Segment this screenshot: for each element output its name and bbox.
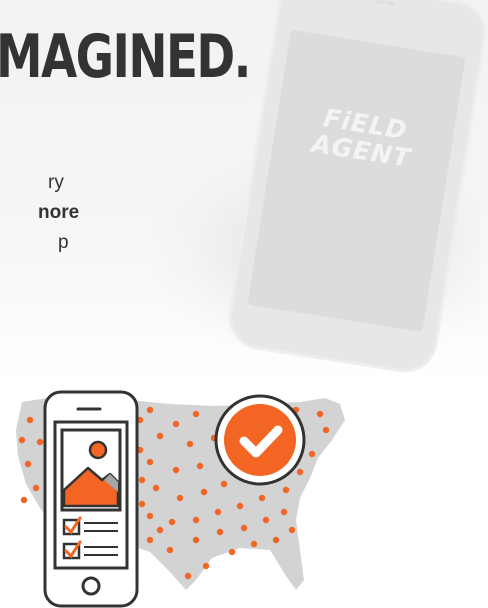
location-dot: [240, 524, 248, 532]
location-dot: [192, 536, 200, 544]
location-dot: [26, 416, 34, 424]
location-dot: [316, 410, 324, 418]
location-dot: [36, 438, 44, 446]
smartphone-icon: [43, 390, 139, 608]
check-badge: [214, 394, 306, 486]
location-dot: [32, 484, 40, 492]
location-dot: [152, 484, 160, 492]
location-dot: [146, 512, 154, 520]
hero-headline: MAGINED.: [0, 22, 251, 92]
location-dot: [262, 516, 270, 524]
location-dot: [20, 496, 28, 504]
image-icon: [60, 428, 122, 512]
location-dot: [138, 476, 146, 484]
location-dot: [216, 528, 224, 536]
body-text-line-1: ry: [48, 172, 64, 193]
location-dot: [172, 466, 180, 474]
location-dot: [138, 500, 146, 508]
location-dot: [184, 572, 192, 580]
body-text-line-3: p: [58, 232, 69, 253]
location-dot: [282, 486, 290, 494]
location-dot: [236, 502, 244, 510]
location-dot: [156, 432, 164, 440]
location-dot: [176, 494, 184, 502]
location-dot: [146, 406, 154, 414]
us-map-illustration: [16, 390, 345, 608]
location-dot: [258, 494, 266, 502]
location-dot: [288, 526, 296, 534]
location-dot: [156, 526, 164, 534]
location-dot: [18, 436, 26, 444]
location-dot: [220, 480, 228, 488]
phone-screen: [247, 29, 466, 333]
location-dot: [24, 460, 32, 468]
location-dot: [296, 468, 304, 476]
location-dot: [186, 440, 194, 448]
location-dot: [308, 450, 316, 458]
location-dot: [196, 462, 204, 470]
location-dot: [200, 488, 208, 496]
location-dot: [146, 536, 154, 544]
location-dot: [192, 516, 200, 524]
location-dot: [280, 508, 288, 516]
location-dot: [250, 540, 258, 548]
location-dot: [322, 426, 330, 434]
location-dot: [146, 458, 154, 466]
location-dot: [272, 536, 280, 544]
body-text-line-2: nore: [38, 202, 80, 223]
location-dot: [166, 546, 174, 554]
location-dot: [214, 508, 222, 516]
location-dot: [202, 562, 210, 570]
phone-status-time: 9:41 PM: [375, 0, 395, 8]
location-dot: [172, 420, 180, 428]
location-dot: [228, 548, 236, 556]
location-dot: [192, 410, 200, 418]
location-dot: [168, 518, 176, 526]
